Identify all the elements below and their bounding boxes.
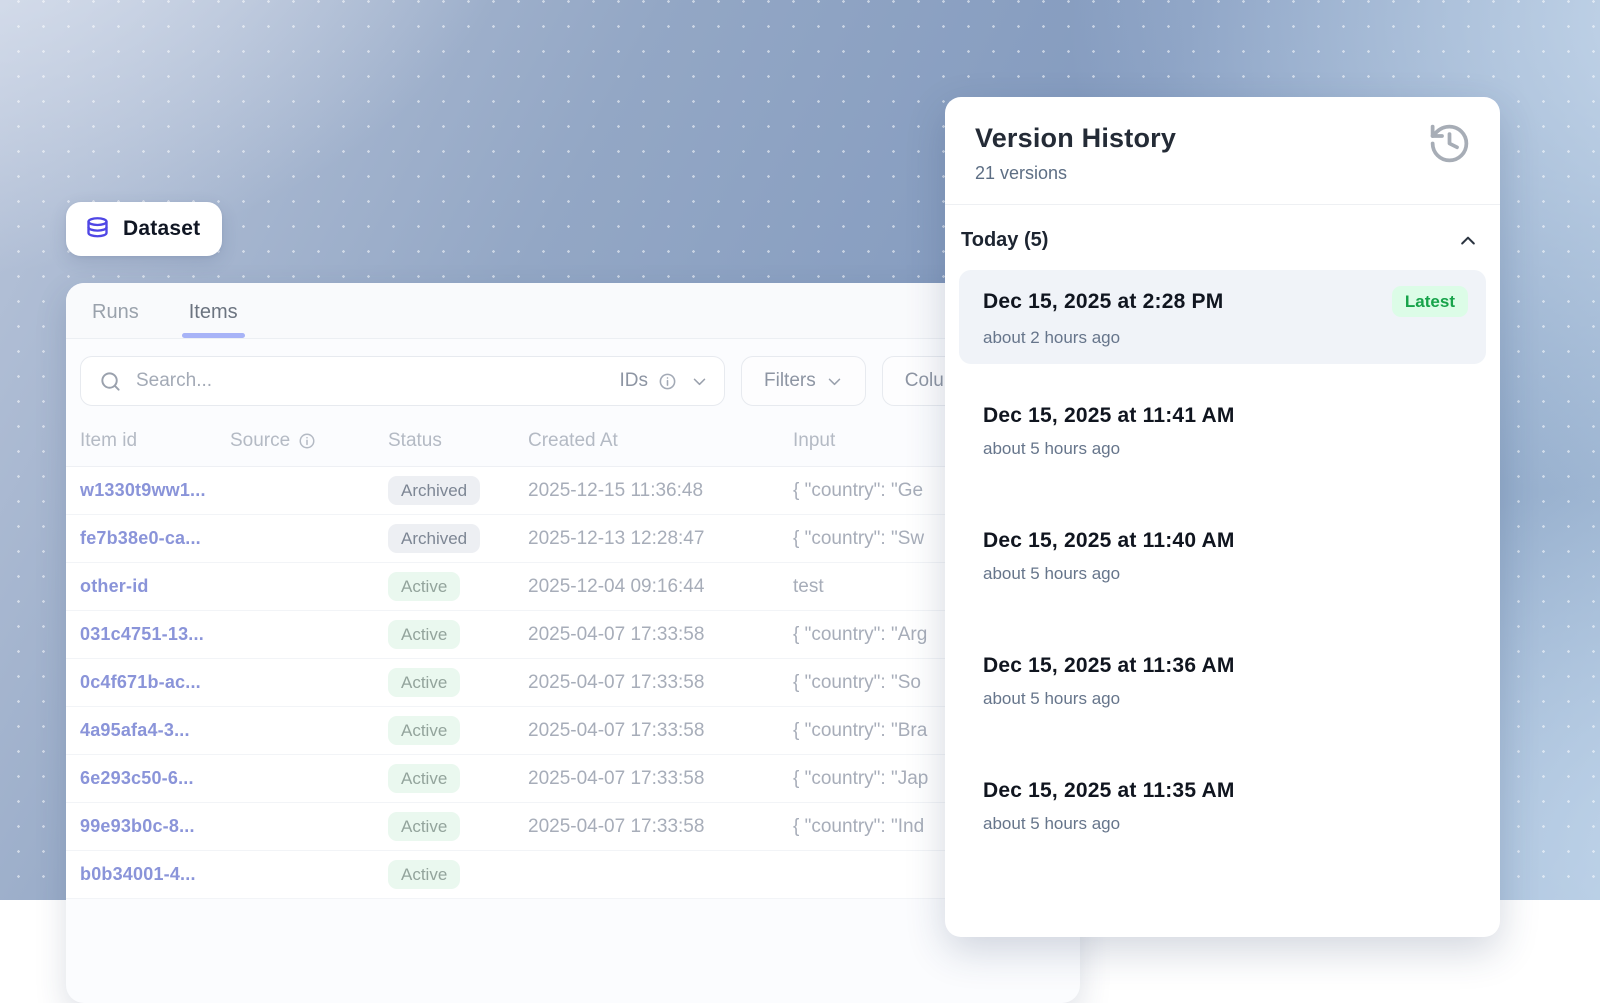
- table-row[interactable]: b0b34001-4... Active: [66, 851, 1080, 899]
- database-icon: [84, 216, 111, 243]
- item-id-link[interactable]: fe7b38e0-ca...: [80, 528, 230, 549]
- item-id-link[interactable]: b0b34001-4...: [80, 864, 230, 885]
- version-relative-time: about 5 hours ago: [983, 814, 1468, 834]
- table-row[interactable]: 99e93b0c-8... Active 2025-04-07 17:33:58…: [66, 803, 1080, 851]
- item-id-link[interactable]: 4a95afa4-3...: [80, 720, 230, 741]
- ids-dropdown-label: IDs: [620, 370, 649, 392]
- info-icon: [298, 432, 316, 450]
- version-count: 21 versions: [975, 163, 1472, 184]
- tab-items[interactable]: Items: [189, 297, 238, 338]
- created-at-cell: 2025-04-07 17:33:58: [528, 816, 793, 838]
- created-at-cell: 2025-12-15 11:36:48: [528, 480, 793, 502]
- status-badge: Archived: [388, 476, 480, 505]
- filters-button-label: Filters: [764, 370, 816, 392]
- table-row[interactable]: fe7b38e0-ca... Archived 2025-12-13 12:28…: [66, 515, 1080, 563]
- item-id-link[interactable]: w1330t9ww1...: [80, 480, 230, 501]
- filters-button[interactable]: Filters: [741, 356, 866, 406]
- table-row[interactable]: 0c4f671b-ac... Active 2025-04-07 17:33:5…: [66, 659, 1080, 707]
- table-row[interactable]: 6e293c50-6... Active 2025-04-07 17:33:58…: [66, 755, 1080, 803]
- version-date: Dec 15, 2025 at 11:40 AM: [983, 529, 1235, 553]
- history-icon[interactable]: [1427, 121, 1472, 166]
- tab-strip: Runs Items: [66, 283, 1080, 339]
- table-row[interactable]: 4a95afa4-3... Active 2025-04-07 17:33:58…: [66, 707, 1080, 755]
- version-entry[interactable]: Dec 15, 2025 at 11:40 AM about 5 hours a…: [959, 513, 1486, 600]
- col-header-item-id[interactable]: Item id: [80, 430, 230, 452]
- created-at-cell: 2025-04-07 17:33:58: [528, 672, 793, 694]
- tab-runs[interactable]: Runs: [92, 297, 139, 338]
- version-entry[interactable]: Dec 15, 2025 at 11:41 AM about 5 hours a…: [959, 388, 1486, 475]
- version-entry[interactable]: Dec 15, 2025 at 2:28 PM Latest about 2 h…: [959, 270, 1486, 364]
- item-id-link[interactable]: 031c4751-13...: [80, 624, 230, 645]
- created-at-cell: 2025-04-07 17:33:58: [528, 768, 793, 790]
- table-row[interactable]: w1330t9ww1... Archived 2025-12-15 11:36:…: [66, 467, 1080, 515]
- chevron-up-icon[interactable]: [1458, 231, 1478, 251]
- item-id-link[interactable]: 99e93b0c-8...: [80, 816, 230, 837]
- col-header-status[interactable]: Status: [388, 430, 528, 452]
- version-history-title: Version History: [975, 123, 1472, 154]
- version-entry[interactable]: Dec 15, 2025 at 11:36 AM about 5 hours a…: [959, 638, 1486, 725]
- search-input[interactable]: [136, 370, 606, 392]
- version-date: Dec 15, 2025 at 2:28 PM: [983, 290, 1223, 314]
- item-id-link[interactable]: other-id: [80, 576, 230, 597]
- status-badge: Active: [388, 668, 460, 697]
- info-icon: [658, 372, 677, 391]
- status-badge: Active: [388, 572, 460, 601]
- created-at-cell: 2025-04-07 17:33:58: [528, 624, 793, 646]
- item-id-link[interactable]: 0c4f671b-ac...: [80, 672, 230, 693]
- col-header-created-at[interactable]: Created At: [528, 430, 793, 452]
- created-at-cell: 2025-12-04 09:16:44: [528, 576, 793, 598]
- item-id-link[interactable]: 6e293c50-6...: [80, 768, 230, 789]
- version-relative-time: about 5 hours ago: [983, 439, 1468, 459]
- col-header-source[interactable]: Source: [230, 430, 388, 452]
- columns-button-label: Colu: [905, 370, 944, 392]
- dataset-panel: Runs Items IDs Filters: [66, 283, 1080, 1003]
- chevron-down-icon: [826, 373, 843, 390]
- dataset-chip[interactable]: Dataset: [66, 202, 222, 256]
- version-relative-time: about 2 hours ago: [983, 328, 1468, 348]
- version-relative-time: about 5 hours ago: [983, 689, 1468, 709]
- version-entry[interactable]: Dec 15, 2025 at 11:35 AM about 5 hours a…: [959, 763, 1486, 850]
- ids-dropdown[interactable]: IDs: [606, 370, 709, 392]
- search-box[interactable]: IDs: [80, 356, 725, 406]
- table-row[interactable]: 031c4751-13... Active 2025-04-07 17:33:5…: [66, 611, 1080, 659]
- version-history-header: Version History 21 versions: [945, 97, 1500, 205]
- table-header: Item id Source Status Created At Input: [66, 422, 1080, 467]
- created-at-cell: 2025-04-07 17:33:58: [528, 720, 793, 742]
- search-icon: [99, 370, 122, 393]
- dataset-chip-label: Dataset: [123, 217, 200, 241]
- table-row[interactable]: other-id Active 2025-12-04 09:16:44 test: [66, 563, 1080, 611]
- status-badge: Archived: [388, 524, 480, 553]
- version-group-label: Today (5): [961, 229, 1048, 252]
- latest-badge: Latest: [1392, 286, 1468, 317]
- toolbar: IDs Filters Colu: [66, 339, 1080, 422]
- version-history-panel: Version History 21 versions Today (5) De…: [945, 97, 1500, 937]
- status-badge: Active: [388, 812, 460, 841]
- created-at-cell: 2025-12-13 12:28:47: [528, 528, 793, 550]
- status-badge: Active: [388, 620, 460, 649]
- version-date: Dec 15, 2025 at 11:35 AM: [983, 779, 1235, 803]
- chevron-down-icon: [691, 373, 708, 390]
- version-relative-time: about 5 hours ago: [983, 564, 1468, 584]
- status-badge: Active: [388, 764, 460, 793]
- version-group-today[interactable]: Today (5): [945, 205, 1500, 270]
- status-badge: Active: [388, 716, 460, 745]
- version-date: Dec 15, 2025 at 11:41 AM: [983, 404, 1235, 428]
- status-badge: Active: [388, 860, 460, 889]
- version-date: Dec 15, 2025 at 11:36 AM: [983, 654, 1235, 678]
